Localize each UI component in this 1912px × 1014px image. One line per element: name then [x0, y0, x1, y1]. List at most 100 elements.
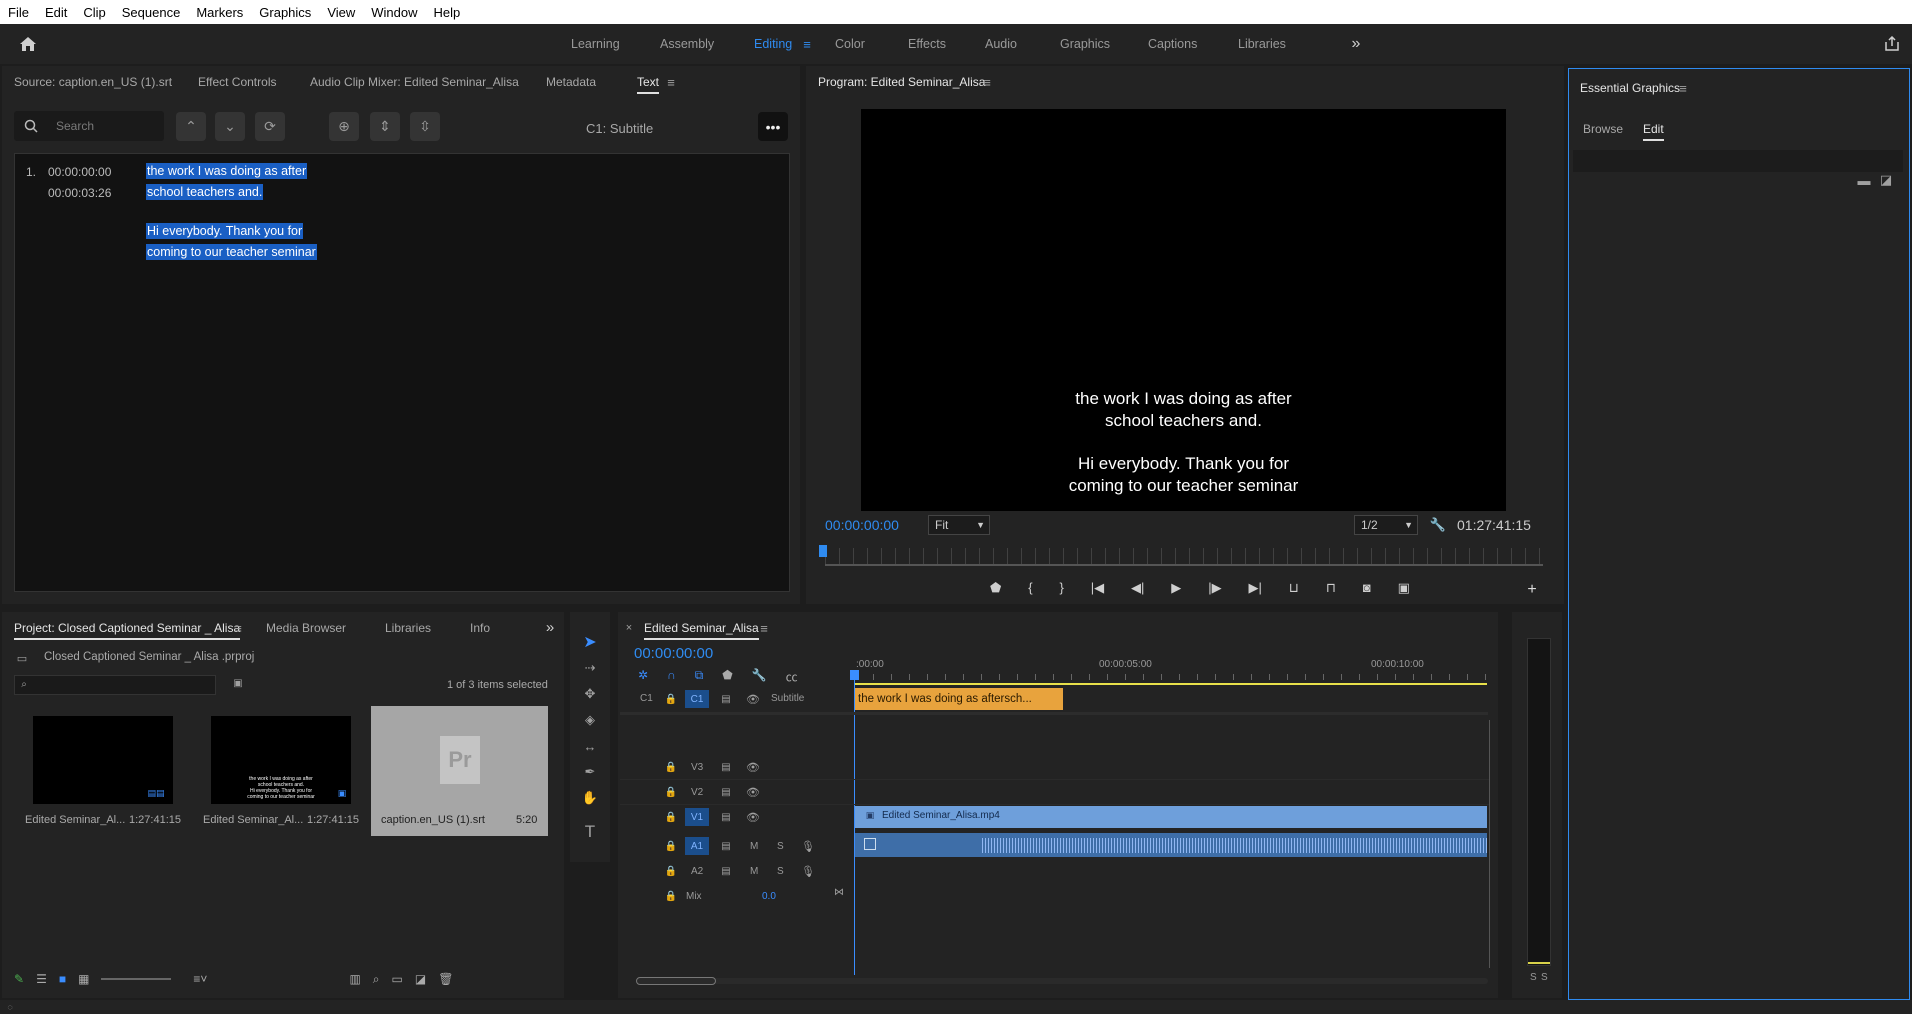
slip-tool-icon[interactable]: ↔	[578, 736, 602, 756]
workspace-graphics[interactable]: Graphics	[1060, 24, 1110, 64]
sync-lock-icon[interactable]: ▤	[719, 864, 733, 878]
sync-lock-icon[interactable]: ▤	[719, 692, 733, 706]
timeline-timecode[interactable]: 00:00:00:00	[634, 645, 713, 662]
eye-icon[interactable]: 👁	[746, 810, 760, 824]
tab-project[interactable]: Project: Closed Captioned Seminar _ Alis…	[14, 621, 241, 640]
lift-icon[interactable]: ⊔	[1289, 580, 1299, 600]
share-icon[interactable]	[1880, 32, 1904, 56]
lock-icon[interactable]: 🔒	[664, 785, 678, 799]
menu-sequence[interactable]: Sequence	[114, 5, 189, 20]
automate-icon[interactable]: ▥	[349, 972, 360, 986]
step-back-icon[interactable]: ◀|	[1131, 580, 1144, 600]
go-to-out-icon[interactable]: ▶|	[1248, 580, 1261, 600]
timeline-zoom-handle[interactable]	[636, 977, 716, 985]
timeline-marker-icon[interactable]: ⬟	[722, 668, 732, 684]
workspace-assembly[interactable]: Assembly	[660, 24, 714, 64]
tab-text[interactable]: Text	[637, 75, 660, 94]
prev-caption-button[interactable]: ⌃	[176, 112, 206, 141]
caption-track-target[interactable]: C1	[685, 690, 709, 708]
project-menu-icon[interactable]: ≡	[231, 620, 245, 636]
track-v2-label[interactable]: V2	[691, 787, 703, 798]
sync-lock-icon[interactable]: ▤	[719, 839, 733, 853]
menu-graphics[interactable]: Graphics	[251, 5, 319, 20]
track-a1-solo[interactable]: S	[777, 841, 784, 852]
caption-clip[interactable]: the work I was doing as aftersch...	[855, 688, 1063, 710]
zoom-slider[interactable]	[101, 978, 172, 980]
comparison-view-icon[interactable]: ▣	[1398, 580, 1410, 600]
program-time-ruler[interactable]	[825, 548, 1543, 564]
extract-icon[interactable]: ⊓	[1326, 580, 1336, 600]
sync-lock-icon[interactable]: ▤	[719, 785, 733, 799]
layers-list[interactable]	[1573, 150, 1903, 172]
workspace-editing[interactable]: Editing	[754, 24, 792, 64]
sync-lock-icon[interactable]: ▤	[719, 810, 733, 824]
lock-icon[interactable]: 🔒	[664, 839, 678, 853]
tab-audio-clip-mixer[interactable]: Audio Clip Mixer: Edited Seminar_Alisa	[310, 75, 519, 89]
timeline-title[interactable]: Edited Seminar_Alisa	[644, 621, 759, 640]
razor-tool-icon[interactable]: ◈	[578, 710, 602, 730]
tab-info[interactable]: Info	[470, 621, 490, 635]
workspace-audio[interactable]: Audio	[985, 24, 1017, 64]
button-editor-icon[interactable]: +	[1522, 580, 1542, 600]
menu-view[interactable]: View	[319, 5, 363, 20]
eye-icon[interactable]: 👁	[746, 692, 760, 706]
track-select-tool-icon[interactable]: ⇢	[578, 658, 602, 678]
fit-select[interactable]: Fit ▼	[928, 515, 990, 535]
step-forward-icon[interactable]: |▶	[1208, 580, 1221, 600]
program-scrub-bar[interactable]	[825, 564, 1543, 566]
tab-effect-controls[interactable]: Effect Controls	[198, 75, 276, 89]
trash-icon[interactable]: 🗑	[438, 972, 453, 986]
mark-out-icon[interactable]: }	[1059, 580, 1063, 600]
workspace-color[interactable]: Color	[835, 24, 865, 64]
snap-icon[interactable]: ∩	[667, 668, 676, 684]
sync-lock-icon[interactable]: ▤	[719, 760, 733, 774]
workspace-effects[interactable]: Effects	[908, 24, 946, 64]
caption-line-1[interactable]: the work I was doing as after	[146, 163, 308, 179]
export-frame-icon[interactable]: ◙	[1363, 580, 1371, 600]
program-playhead[interactable]	[819, 545, 827, 557]
lock-icon[interactable]: 🔒	[664, 889, 678, 903]
captions-icon[interactable]: ㏄	[786, 668, 798, 684]
essential-graphics-menu-icon[interactable]: ≡	[1676, 80, 1690, 96]
vertical-scroll[interactable]	[1489, 720, 1496, 968]
track-v3-label[interactable]: V3	[691, 762, 703, 773]
new-bin-icon[interactable]: ▭	[392, 972, 403, 986]
menu-window[interactable]: Window	[363, 5, 425, 20]
lock-icon[interactable]: 🔒	[664, 864, 678, 878]
sort-icon[interactable]: ≡˅	[193, 972, 207, 986]
track-a2-label[interactable]: A2	[691, 866, 703, 877]
split-caption-button[interactable]: ⇕	[370, 112, 400, 141]
track-a2-mute[interactable]: M	[750, 866, 758, 877]
microphone-icon[interactable]: 🎙	[801, 864, 815, 878]
caption-line-4[interactable]: coming to our teacher seminar	[146, 244, 317, 260]
workspace-menu-icon[interactable]: ≡	[800, 34, 814, 54]
hand-tool-icon[interactable]: ✋	[578, 788, 602, 808]
linked-selection-icon[interactable]: ⧉	[695, 668, 704, 684]
menu-clip[interactable]: Clip	[75, 5, 113, 20]
project-search-input[interactable]	[14, 675, 216, 695]
home-icon[interactable]	[14, 32, 42, 56]
track-a1-mute[interactable]: M	[750, 841, 758, 852]
program-menu-icon[interactable]: ≡	[980, 74, 994, 90]
workspace-learning[interactable]: Learning	[571, 24, 620, 64]
playhead-handle[interactable]	[850, 670, 859, 680]
wrench-icon[interactable]: 🔧	[1428, 515, 1448, 535]
program-title[interactable]: Program: Edited Seminar_Alisa	[818, 75, 985, 89]
caption-line-3[interactable]: Hi everybody. Thank you for	[146, 223, 304, 239]
caption-in-time[interactable]: 00:00:00:00	[48, 165, 111, 179]
track-a2-solo[interactable]: S	[777, 866, 784, 877]
status-icon[interactable]: ◌	[4, 1001, 16, 1013]
workspace-captions[interactable]: Captions	[1148, 24, 1197, 64]
folder-icon[interactable]: ▬	[1856, 173, 1872, 188]
microphone-icon[interactable]: 🎙	[801, 839, 815, 853]
type-tool-icon[interactable]: T	[578, 822, 602, 842]
find-bottom-icon[interactable]: ⌕	[373, 972, 380, 987]
lock-icon[interactable]: 🔒	[664, 760, 678, 774]
resolution-select[interactable]: 1/2 ▼	[1354, 515, 1418, 535]
meter-solo-left[interactable]: S	[1530, 972, 1537, 983]
menu-file[interactable]: File	[0, 5, 37, 20]
play-icon[interactable]: ▶	[1171, 580, 1181, 600]
freeform-view-icon[interactable]: ▦	[78, 972, 89, 986]
tab-browse[interactable]: Browse	[1583, 122, 1623, 136]
ripple-edit-tool-icon[interactable]: ✥	[578, 684, 602, 704]
